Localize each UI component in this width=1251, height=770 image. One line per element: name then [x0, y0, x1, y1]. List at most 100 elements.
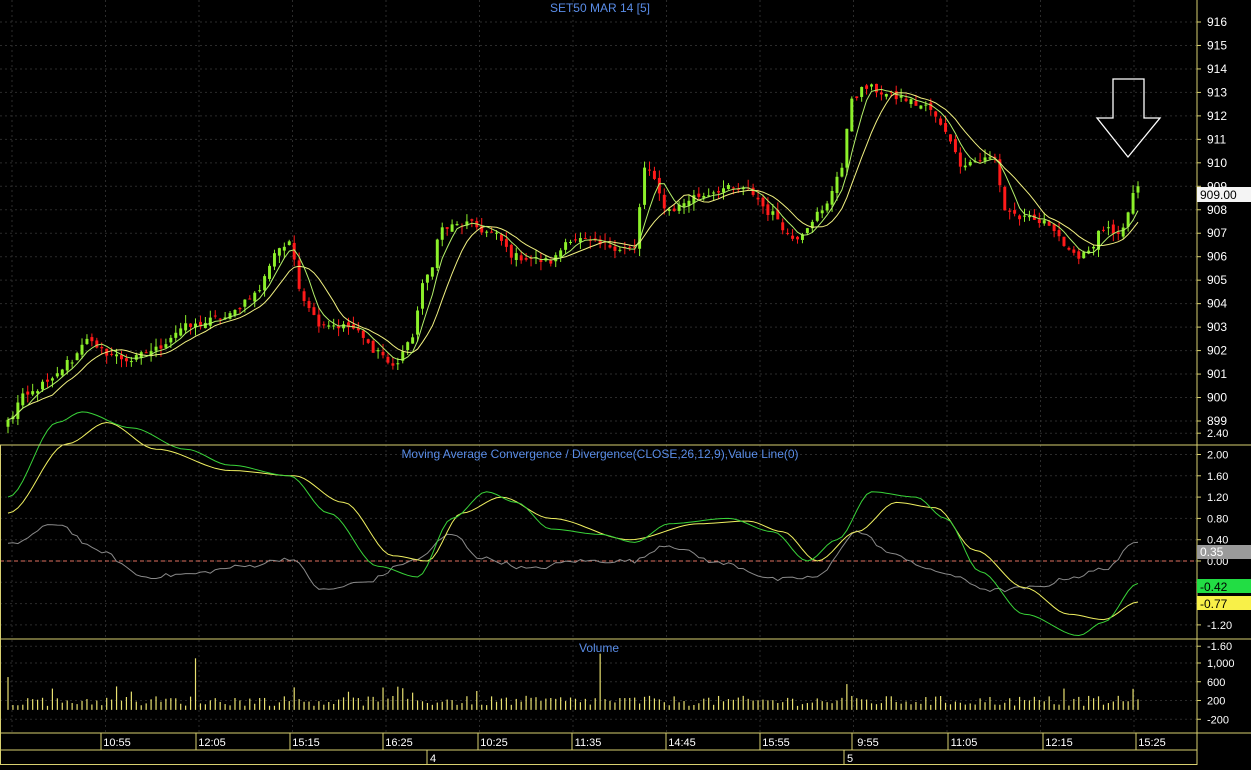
time-tick-label: 15:15 — [292, 737, 320, 749]
candle-body — [85, 338, 89, 344]
candle-body — [31, 391, 35, 395]
candle-body — [1018, 215, 1022, 220]
macd-line-badge: -0.42 — [1200, 580, 1228, 594]
candle-body — [1072, 249, 1076, 253]
day-tick-label: 5 — [847, 753, 853, 765]
price-y-tick-label: 902 — [1207, 344, 1227, 358]
candle-body — [129, 361, 133, 363]
volume-y-tick-label: -200 — [1207, 714, 1229, 726]
candle-body — [919, 105, 923, 109]
candle-body — [860, 86, 864, 97]
candle-body — [65, 360, 69, 371]
candle-body — [796, 236, 799, 240]
candle-body — [411, 337, 415, 344]
candle-body — [95, 340, 99, 348]
price-y-tick-label: 913 — [1207, 85, 1227, 99]
candle-body — [504, 239, 508, 247]
candle-body — [722, 188, 725, 193]
candle-body — [1023, 215, 1026, 217]
time-tick-label: 12:15 — [1045, 737, 1073, 749]
candle-body — [213, 315, 217, 317]
candle-body — [953, 139, 957, 153]
candle-body — [1037, 219, 1041, 224]
candle-body — [1003, 186, 1007, 211]
chart-svg: SET50 MAR 14 [5] Moving Average Converge… — [0, 0, 1251, 765]
price-y-tick-label: 905 — [1207, 273, 1227, 287]
candle-body — [1057, 230, 1061, 237]
candle-body — [939, 118, 943, 125]
macd-y-tick-label: 1.20 — [1207, 492, 1228, 504]
candle-body — [820, 210, 824, 214]
candle-body — [208, 317, 212, 326]
candle-body — [70, 362, 74, 364]
candle-body — [179, 328, 183, 336]
candle-body — [983, 157, 987, 161]
candle-body — [253, 292, 257, 302]
candle-body — [899, 95, 903, 98]
candle-body — [652, 170, 656, 179]
time-tick-label: 10:55 — [103, 737, 131, 749]
candle-body — [1082, 252, 1086, 259]
macd-y-tick-label: 0.80 — [1207, 513, 1228, 525]
candle-body — [307, 301, 311, 309]
price-y-tick-label: 911 — [1207, 132, 1226, 146]
candle-body — [248, 298, 252, 300]
candle-body — [870, 84, 874, 87]
candle-body — [697, 193, 701, 197]
candle-body — [1067, 247, 1071, 250]
candle-body — [45, 379, 49, 382]
candle-body — [608, 245, 612, 248]
candle-body — [332, 325, 336, 327]
time-tick-label: 12:05 — [198, 737, 226, 749]
time-tick-label: 11:05 — [951, 737, 978, 749]
time-tick-label: 9:55 — [857, 737, 878, 749]
price-y-tick-label: 910 — [1207, 156, 1227, 170]
time-tick-label: 15:25 — [1138, 737, 1166, 749]
chart-window: SET50 MAR 14 [5] Moving Average Converge… — [0, 0, 1251, 765]
candle-body — [435, 239, 439, 268]
candle-body — [1116, 232, 1120, 234]
candle-body — [791, 235, 795, 239]
candle-body — [618, 249, 622, 251]
candle-body — [174, 332, 178, 338]
candle-body — [648, 169, 651, 171]
candle-body — [499, 234, 503, 241]
candle-body — [381, 351, 385, 356]
price-y-tick-label: 915 — [1207, 38, 1227, 52]
candle-body — [1106, 227, 1110, 229]
candle-body — [184, 323, 188, 331]
candle-body — [490, 231, 494, 233]
candle-body — [1111, 224, 1115, 234]
candle-body — [189, 323, 193, 327]
candle-body — [396, 363, 400, 365]
price-chart-title: SET50 MAR 14 [5] — [550, 1, 650, 15]
candle-body — [781, 222, 785, 231]
candle-body — [55, 373, 59, 377]
macd-y-tick-label: -1.60 — [1207, 641, 1232, 653]
candle-body — [120, 354, 123, 360]
macd-y-tick-label: 1.60 — [1207, 471, 1228, 483]
candle-body — [583, 238, 587, 240]
candle-body — [50, 378, 54, 381]
candle-body — [1136, 186, 1140, 193]
macd-y-tick-label: 2.00 — [1207, 450, 1228, 462]
macd-y-tick-label: 2.40 — [1207, 428, 1228, 440]
candle-body — [386, 356, 390, 363]
candle-body — [539, 259, 543, 263]
candle-body — [430, 267, 434, 277]
volume-y-tick-label: 600 — [1207, 677, 1225, 689]
volume-y-tick-label: 1,000 — [1207, 658, 1235, 670]
candle-body — [682, 203, 686, 207]
candle-body — [263, 276, 267, 291]
candle-body — [944, 123, 948, 132]
candle-body — [865, 85, 869, 89]
candle-body — [909, 99, 913, 104]
candle-body — [786, 232, 790, 234]
day-tick-label: 4 — [430, 753, 436, 765]
candle-body — [470, 219, 474, 221]
time-tick-label: 15:55 — [762, 737, 790, 749]
candle-body — [958, 152, 962, 167]
volume-y-tick-label: 200 — [1207, 696, 1225, 708]
candle-body — [268, 265, 272, 279]
candle-body — [455, 223, 459, 226]
